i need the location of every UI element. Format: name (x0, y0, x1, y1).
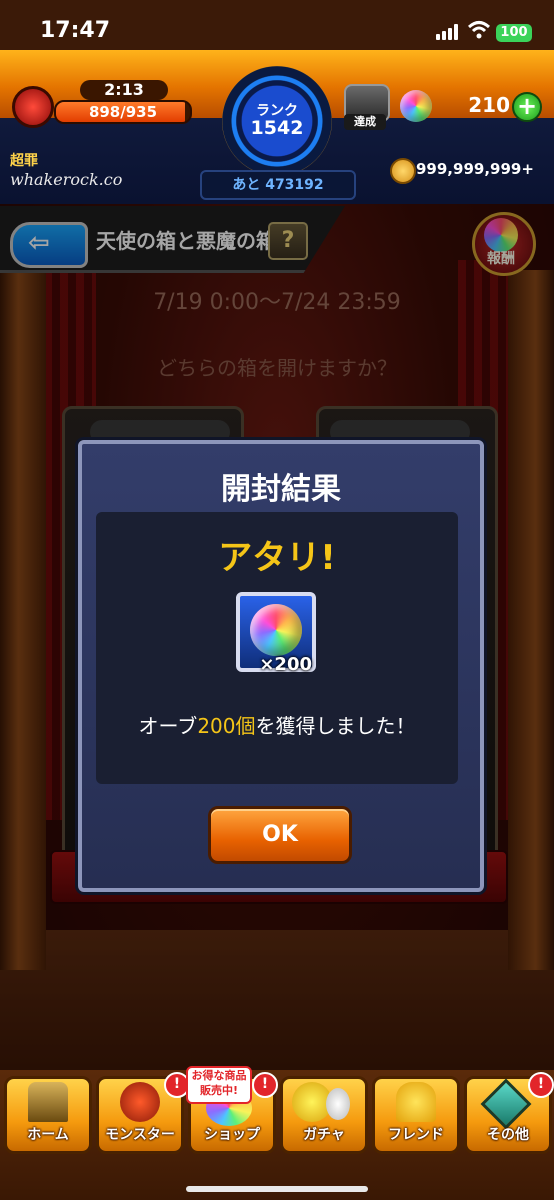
result-text: アタリ! (218, 538, 336, 578)
rank-value: 1542 (250, 117, 304, 139)
gacha-white-egg-icon (326, 1088, 350, 1120)
stamina-value: 898/935 (88, 103, 158, 121)
nav-friend-label: フレンド (388, 1127, 444, 1143)
stamina-bar: 898/935 (54, 100, 192, 124)
player-title: 超罪 (10, 153, 38, 169)
nav-home-label: ホーム (27, 1127, 69, 1143)
player-name: whakerock.co (10, 170, 123, 189)
home-indicator (186, 1186, 368, 1192)
orb-icon (400, 90, 432, 122)
home-icon (28, 1082, 68, 1122)
battery-indicator: 100 (496, 24, 532, 42)
result-message: オーブ200個を獲得しました！ (96, 710, 458, 739)
orb-count: 210 (468, 93, 510, 117)
coin-value: 999,999,999+ (416, 160, 534, 178)
achievement-label: 達成 (344, 114, 386, 130)
result-message-prefix: オーブ (138, 714, 198, 738)
nav-shop-label: ショップ (204, 1127, 260, 1143)
ok-button[interactable]: OK (208, 806, 352, 864)
wifi-icon (468, 21, 490, 39)
stamina-icon[interactable] (12, 86, 54, 128)
add-orb-button[interactable]: + (512, 92, 542, 122)
stamina-timer: 2:13 (80, 80, 168, 100)
result-message-suffix: を獲得しました！ (255, 714, 416, 738)
monster-icon (120, 1082, 160, 1122)
shop-alert-badge: ! (252, 1072, 278, 1098)
coin-icon (390, 158, 416, 184)
reward-item-quantity: ×200 (259, 654, 312, 675)
dialog-title: 開封結果 (221, 472, 341, 507)
result-message-amount: 200個 (197, 714, 256, 738)
signal-icon (436, 24, 462, 40)
friend-icon (396, 1082, 436, 1122)
exp-remaining: あと 473192 (200, 170, 356, 200)
nav-gacha-label: ガチャ (303, 1127, 345, 1143)
nav-monster-label: モンスター (105, 1127, 175, 1143)
orb-item-icon (250, 604, 302, 656)
status-time: 17:47 (40, 18, 111, 43)
shop-sale-badge: お得な商品販売中! (186, 1066, 252, 1104)
shop-badge-line1: お得な商品 (191, 1069, 247, 1082)
nav-other-label: その他 (487, 1127, 529, 1143)
shop-badge-line2: 販売中! (199, 1084, 239, 1097)
other-alert-badge: ! (528, 1072, 554, 1098)
